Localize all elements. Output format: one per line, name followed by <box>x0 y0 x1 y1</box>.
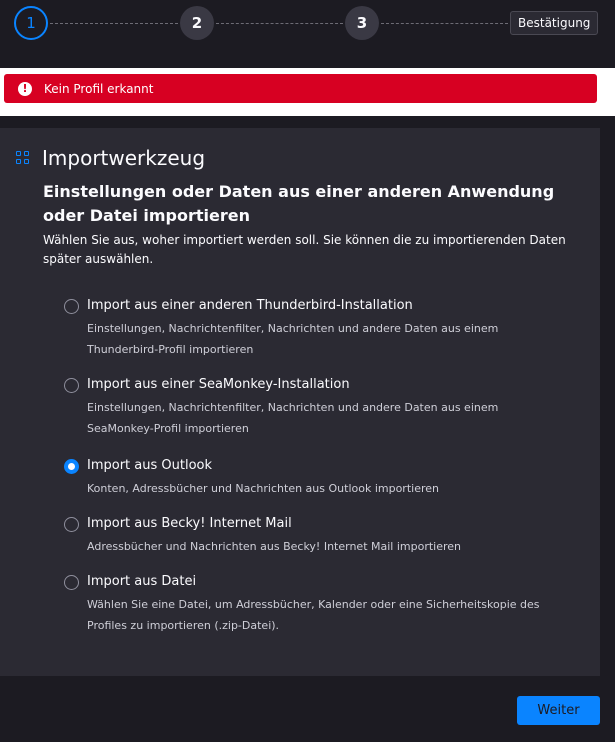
next-button[interactable]: Weiter <box>517 696 600 725</box>
page-title: Importwerkzeug <box>42 146 206 170</box>
alert-container: ! Kein Profil erkannt <box>0 68 615 116</box>
radio-button[interactable] <box>64 299 79 314</box>
step-3-indicator: 3 <box>345 6 379 40</box>
confirmation-step: Bestätigung <box>510 11 599 35</box>
grid-icon <box>16 151 30 165</box>
stepper: 1 2 3 Bestätigung <box>0 0 615 48</box>
option-label[interactable]: Import aus einer SeaMonkey-Installation <box>87 377 350 392</box>
option-description: Konten, Adressbücher und Nachrichten aus… <box>87 482 439 495</box>
option-description: Einstellungen, Nachrichtenfilter, Nachri… <box>87 401 499 435</box>
option-label[interactable]: Import aus Becky! Internet Mail <box>87 516 292 531</box>
step-1-indicator: 1 <box>14 6 48 40</box>
step-connector <box>381 23 508 24</box>
radio-button-selected[interactable] <box>64 459 79 474</box>
exclamation-circle-icon: ! <box>18 81 32 96</box>
option-label[interactable]: Import aus einer anderen Thunderbird-Ins… <box>87 298 413 313</box>
option-label[interactable]: Import aus Datei <box>87 574 196 589</box>
step-2-indicator: 2 <box>180 6 214 40</box>
option-description: Einstellungen, Nachrichtenfilter, Nachri… <box>87 322 499 356</box>
option-description: Adressbücher und Nachrichten aus Becky! … <box>87 540 462 553</box>
step-connector <box>216 23 343 24</box>
step-connector <box>50 23 178 24</box>
page-header: Importwerkzeug <box>16 146 205 170</box>
option-description: Wählen Sie eine Datei, um Adressbücher, … <box>87 598 540 632</box>
option-label[interactable]: Import aus Outlook <box>87 458 212 473</box>
radio-button[interactable] <box>64 575 79 590</box>
radio-button[interactable] <box>64 517 79 532</box>
section-heading: Einstellungen oder Daten aus einer ander… <box>43 182 555 225</box>
intro-text: Wählen Sie aus, woher importiert werden … <box>43 233 566 266</box>
no-profile-alert: ! Kein Profil erkannt <box>4 74 597 103</box>
alert-text: Kein Profil erkannt <box>44 81 154 96</box>
radio-button[interactable] <box>64 378 79 393</box>
import-panel: Importwerkzeug Einstellungen oder Daten … <box>0 128 600 676</box>
